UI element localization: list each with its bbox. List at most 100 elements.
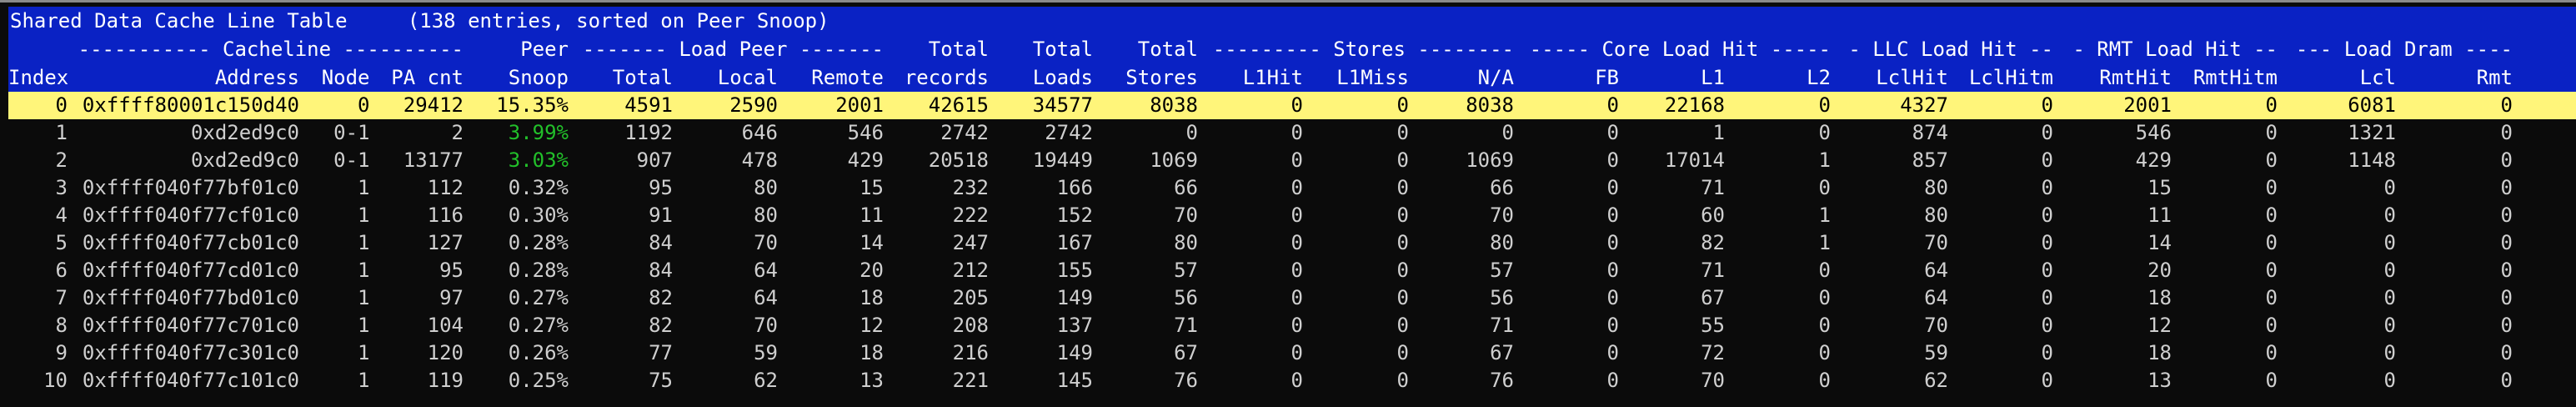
cell-n-a: 0	[1501, 121, 1514, 144]
table-row[interactable]: 10 0xffff040f77c101c0 1 119 0.25% 75 62 13 221 14…	[8, 367, 2576, 394]
cell-rmt: 0	[2500, 259, 2513, 282]
column-header-loads[interactable]: Loads	[989, 63, 1093, 92]
column-header-address[interactable]: Address	[68, 63, 299, 92]
table-row[interactable]: 8 0xffff040f77c701c0 1 104 0.27% 82 70 12 208 137…	[8, 312, 2576, 339]
cell-lclhit: 80	[1924, 204, 1948, 227]
column-header-l1[interactable]: L1	[1619, 63, 1725, 92]
cell-n-a: 70	[1490, 204, 1514, 227]
column-header-l1miss[interactable]: L1Miss	[1303, 63, 1409, 92]
cell-snoop: 0.28%	[508, 259, 569, 282]
cell-n-a: 1069	[1466, 148, 1514, 172]
cell-remote: 14	[860, 231, 884, 254]
table-row[interactable]: 9 0xffff040f77c301c0 1 120 0.26% 77 59 18 216 149…	[8, 339, 2576, 367]
cell-records: 221	[952, 369, 989, 392]
table-row[interactable]: 3 0xffff040f77bf01c0 1 112 0.32% 95 80 15 232 166…	[8, 174, 2576, 202]
cell-lcl: 0	[2383, 286, 2396, 309]
column-header-lclhit[interactable]: LclHit	[1831, 63, 1948, 92]
cell-l1hit: 0	[1291, 231, 1303, 254]
column-header-node[interactable]: Node	[299, 63, 370, 92]
column-header-fb[interactable]: FB	[1514, 63, 1619, 92]
cell-l2: 0	[1818, 259, 1831, 282]
column-header-stores[interactable]: Stores	[1093, 63, 1198, 92]
cell-local: 62	[754, 369, 778, 392]
column-header-n-a[interactable]: N/A	[1409, 63, 1514, 92]
cell-l2: 0	[1818, 121, 1831, 144]
cell-records: 216	[952, 341, 989, 364]
cell-index: 5	[55, 231, 68, 254]
cell-address: 0xffff040f77c101c0	[82, 369, 299, 392]
cell-l1hit: 0	[1291, 93, 1303, 117]
cell-remote: 18	[860, 341, 884, 364]
cell-rmthit: 2001	[2123, 93, 2172, 117]
column-header-lclhitm[interactable]: LclHitm	[1948, 63, 2053, 92]
column-header-rmthit[interactable]: RmtHit	[2053, 63, 2172, 92]
cell-total: 82	[649, 314, 673, 337]
table-row[interactable]: 7 0xffff040f77bd01c0 1 97 0.27% 82 64 18 205 149 5…	[8, 284, 2576, 312]
cell-pa-cnt: 97	[439, 286, 464, 309]
table-row[interactable]: 6 0xffff040f77cd01c0 1 95 0.28% 84 64 20 212 155 5…	[8, 257, 2576, 284]
column-header-rmt[interactable]: Rmt	[2396, 63, 2513, 92]
column-header-remote[interactable]: Remote	[778, 63, 884, 92]
cell-remote: 11	[860, 204, 884, 227]
cell-rmthitm: 0	[2265, 314, 2278, 337]
column-header-snoop[interactable]: Snoop	[464, 63, 569, 92]
column-header-index[interactable]: Index	[8, 63, 68, 92]
cell-lcl: 1148	[2348, 148, 2396, 172]
cell-lcl: 0	[2383, 259, 2396, 282]
cell-loads: 137	[1056, 314, 1093, 337]
cell-total: 75	[649, 369, 673, 392]
cell-rmt: 0	[2500, 204, 2513, 227]
cell-stores: 71	[1174, 314, 1198, 337]
cell-address: 0xffff040f77c301c0	[82, 341, 299, 364]
cell-rmthit: 546	[2135, 121, 2172, 144]
cell-loads: 155	[1056, 259, 1093, 282]
cell-node: 1	[358, 259, 370, 282]
cell-lcl: 1321	[2348, 121, 2396, 144]
cell-n-a: 67	[1490, 341, 1514, 364]
table-row[interactable]: 1 0xd2ed9c0 0-1 2 3.99% 1192 646 546 2742 2742 0 0 0…	[8, 119, 2576, 147]
cell-records: 2742	[940, 121, 989, 144]
cell-l2: 1	[1818, 148, 1831, 172]
cell-lclhitm: 0	[2041, 341, 2053, 364]
cell-l1miss: 0	[1396, 204, 1409, 227]
cell-stores: 70	[1174, 204, 1198, 227]
cell-l1hit: 0	[1291, 121, 1303, 144]
cell-pa-cnt: 2	[451, 121, 464, 144]
column-header-rmthitm[interactable]: RmtHitm	[2172, 63, 2278, 92]
cell-l1miss: 0	[1396, 286, 1409, 309]
cell-l1miss: 0	[1396, 314, 1409, 337]
column-header-total[interactable]: Total	[569, 63, 673, 92]
cell-fb: 0	[1606, 204, 1619, 227]
column-header-local[interactable]: Local	[673, 63, 778, 92]
cell-node: 1	[358, 176, 370, 199]
group-header-row: ----------- Cacheline ---------- Peer --…	[8, 35, 2576, 63]
cell-remote: 18	[860, 286, 884, 309]
column-header-records[interactable]: records	[884, 63, 989, 92]
table-row[interactable]: 0 0xffff80001c150d40 0 29412 15.35% 4591 2590 2…	[8, 92, 2576, 119]
cell-lcl: 0	[2383, 369, 2396, 392]
cell-l2: 0	[1818, 286, 1831, 309]
cell-l1miss: 0	[1396, 341, 1409, 364]
cell-l1: 70	[1701, 369, 1725, 392]
cell-index: 2	[55, 148, 68, 172]
cell-lclhit: 4327	[1900, 93, 1948, 117]
cell-l1: 17014	[1664, 148, 1725, 172]
cell-rmt: 0	[2500, 231, 2513, 254]
column-header-l2[interactable]: L2	[1725, 63, 1831, 92]
column-header-pa-cnt[interactable]: PA cnt	[370, 63, 464, 92]
cell-loads: 2742	[1045, 121, 1093, 144]
cell-rmthitm: 0	[2265, 341, 2278, 364]
column-header-l1hit[interactable]: L1Hit	[1198, 63, 1303, 92]
cell-lclhitm: 0	[2041, 314, 2053, 337]
cell-stores: 76	[1174, 369, 1198, 392]
table-row[interactable]: 2 0xd2ed9c0 0-1 13177 3.03% 907 478 429 20518 194…	[8, 147, 2576, 174]
cell-address: 0xd2ed9c0	[190, 121, 299, 144]
table-row[interactable]: 5 0xffff040f77cb01c0 1 127 0.28% 84 70 14 247 167…	[8, 229, 2576, 257]
cell-rmt: 0	[2500, 176, 2513, 199]
column-header-lcl[interactable]: Lcl	[2278, 63, 2396, 92]
table-row[interactable]: 4 0xffff040f77cf01c0 1 116 0.30% 91 80 11 222 152…	[8, 202, 2576, 229]
cell-remote: 13	[860, 369, 884, 392]
cell-local: 2590	[729, 93, 778, 117]
cell-node: 1	[358, 369, 370, 392]
cell-lclhitm: 0	[2041, 121, 2053, 144]
